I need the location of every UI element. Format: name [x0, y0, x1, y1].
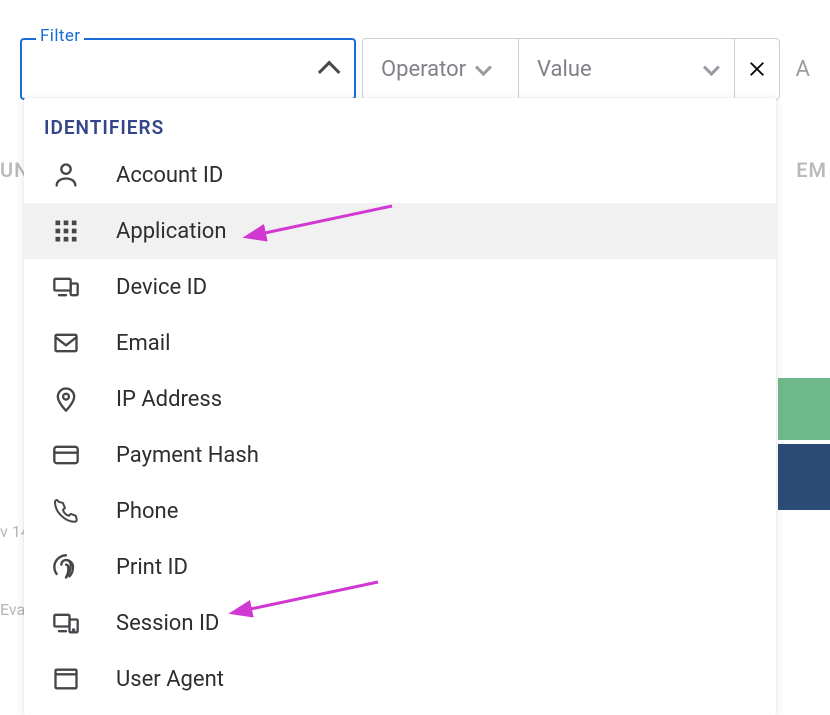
- dropdown-item-label: Phone: [116, 499, 178, 524]
- operator-value-group: Operator Value: [362, 38, 780, 100]
- dropdown-item-label: Session ID: [116, 611, 219, 636]
- dropdown-item-label: Account ID: [116, 163, 223, 188]
- value-label: Value: [537, 57, 592, 82]
- fingerprint-icon: [52, 553, 80, 581]
- dropdown-item-label: Payment Hash: [116, 443, 259, 468]
- dropdown-item-label: Application: [116, 219, 226, 244]
- filter-toolbar: Filter Operator Value A: [20, 38, 826, 100]
- filter-input[interactable]: [36, 40, 324, 98]
- bar-chart-fragment: [778, 378, 830, 514]
- dropdown-item-label: Email: [116, 331, 170, 356]
- filter-dropdown-panel: IDENTIFIERS Account ID Application Device …: [24, 98, 776, 715]
- value-select[interactable]: Value: [519, 39, 735, 99]
- bg-text-2: Eva: [0, 600, 25, 619]
- phone-icon: [52, 497, 80, 525]
- dropdown-item-session-id[interactable]: Session ID: [24, 595, 776, 651]
- dropdown-item-application[interactable]: Application: [24, 203, 776, 259]
- dropdown-item-payment-hash[interactable]: Payment Hash: [24, 427, 776, 483]
- dropdown-item-account-id[interactable]: Account ID: [24, 147, 776, 203]
- dropdown-item-email[interactable]: Email: [24, 315, 776, 371]
- dropdown-item-label: Device ID: [116, 275, 207, 300]
- close-icon: [748, 60, 766, 78]
- dropdown-item-label: IP Address: [116, 387, 222, 412]
- dropdown-item-print-id[interactable]: Print ID: [24, 539, 776, 595]
- filter-field-label: Filter: [36, 26, 84, 46]
- dropdown-item-phone[interactable]: Phone: [24, 483, 776, 539]
- col-header-right: EM: [796, 158, 827, 182]
- chevron-down-icon: [703, 59, 720, 76]
- location-icon: [52, 385, 80, 413]
- clear-button[interactable]: [735, 39, 779, 99]
- person-icon: [52, 161, 80, 189]
- dropdown-section-header: IDENTIFIERS: [24, 98, 776, 147]
- grid-icon: [52, 217, 80, 245]
- dropdown-item-label: User Agent: [116, 667, 224, 692]
- chevron-down-icon: [475, 59, 492, 76]
- email-icon: [52, 329, 80, 357]
- session-icon: [52, 609, 80, 637]
- dropdown-item-user-agent[interactable]: User Agent: [24, 651, 776, 707]
- filter-dropdown-trigger[interactable]: Filter: [20, 38, 356, 100]
- browser-icon: [52, 665, 80, 693]
- add-filter-fragment[interactable]: A: [780, 38, 826, 100]
- operator-select[interactable]: Operator: [363, 39, 519, 99]
- operator-label: Operator: [381, 57, 466, 82]
- dropdown-item-device-id[interactable]: Device ID: [24, 259, 776, 315]
- devices-icon: [52, 273, 80, 301]
- dropdown-item-label: Print ID: [116, 555, 188, 580]
- dropdown-item-ip-address[interactable]: IP Address: [24, 371, 776, 427]
- card-icon: [52, 441, 80, 469]
